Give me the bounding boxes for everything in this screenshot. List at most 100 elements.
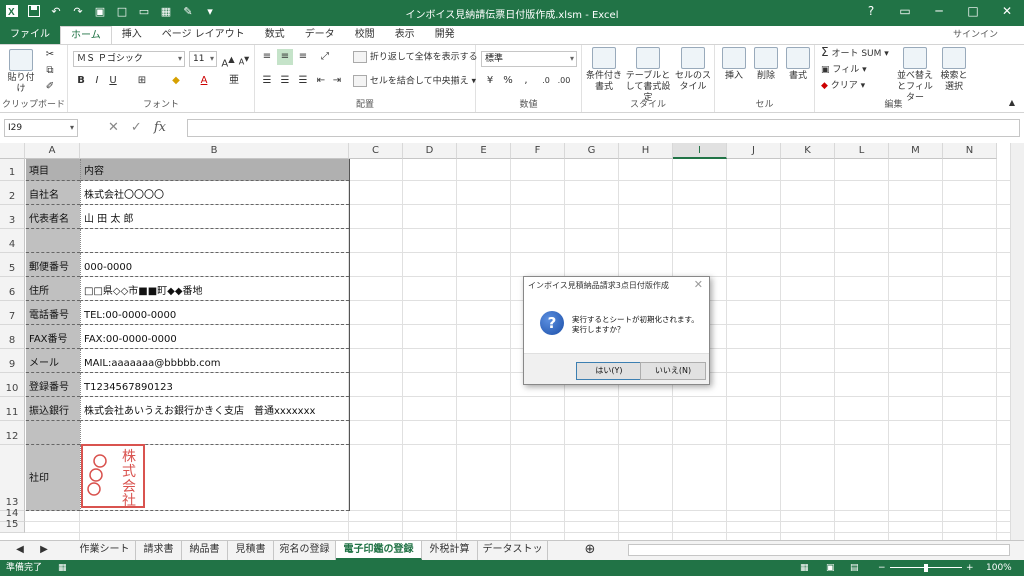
- macro-record-icon[interactable]: ▦: [58, 560, 67, 576]
- row-header-1[interactable]: 1: [0, 159, 25, 181]
- row-header-2[interactable]: 2: [0, 181, 25, 205]
- cell-b12[interactable]: [80, 421, 349, 445]
- column-header-j[interactable]: J: [727, 143, 781, 159]
- align-center-icon[interactable]: ☰: [277, 73, 293, 89]
- phonetic-icon[interactable]: 亜: [226, 73, 242, 89]
- tab-formulas[interactable]: 数式: [255, 26, 295, 44]
- row-header-5[interactable]: 5: [0, 253, 25, 277]
- font-color-icon[interactable]: A: [196, 73, 212, 89]
- cell-a6[interactable]: 住所: [26, 277, 80, 301]
- find-select-button[interactable]: 検索と選択: [937, 47, 971, 93]
- align-middle-icon[interactable]: ≡: [277, 49, 293, 65]
- sheet-tab-2[interactable]: 納品書: [182, 541, 228, 560]
- autosum-button[interactable]: Σ オート SUM ▾: [821, 46, 889, 60]
- column-header-f[interactable]: F: [511, 143, 565, 159]
- column-header-g[interactable]: G: [565, 143, 619, 159]
- zoom-out-icon[interactable]: −: [878, 560, 886, 576]
- row-header-12[interactable]: 12: [0, 421, 25, 445]
- new-sheet-icon[interactable]: ⊕: [580, 541, 600, 560]
- help-icon[interactable]: ?: [854, 0, 888, 22]
- row-header-7[interactable]: 7: [0, 301, 25, 325]
- tab-file[interactable]: ファイル: [0, 26, 60, 44]
- column-header-b[interactable]: B: [80, 143, 349, 159]
- column-header-l[interactable]: L: [835, 143, 889, 159]
- cell-a12[interactable]: [26, 421, 80, 445]
- zoom-slider-thumb[interactable]: [924, 564, 928, 572]
- normal-view-icon[interactable]: ▦: [800, 560, 809, 576]
- tab-view[interactable]: 表示: [385, 26, 425, 44]
- cell-b4[interactable]: [80, 229, 349, 253]
- cell-b8[interactable]: FAX:00-0000-0000: [80, 325, 349, 349]
- vertical-scrollbar[interactable]: [1010, 143, 1024, 540]
- font-size-select[interactable]: 11 ▾: [189, 51, 217, 67]
- column-header-k[interactable]: K: [781, 143, 835, 159]
- next-sheet-icon[interactable]: ▶: [34, 541, 54, 560]
- cell-a2[interactable]: 自社名: [26, 181, 80, 205]
- column-header-n[interactable]: N: [943, 143, 997, 159]
- cell-b11[interactable]: 株式会社あいうえお銀行かきく支店 普通xxxxxxx: [80, 397, 349, 421]
- cell-a13[interactable]: 社印: [26, 445, 80, 511]
- sheet-tab-3[interactable]: 見積書: [228, 541, 274, 560]
- merge-center-button[interactable]: セルを結合して中央揃え ▾: [353, 75, 476, 88]
- fill-color-icon[interactable]: ◆: [168, 73, 184, 89]
- clear-button[interactable]: ◆ クリア ▾: [821, 81, 865, 92]
- row-header-3[interactable]: 3: [0, 205, 25, 229]
- number-format-select[interactable]: 標準 ▾: [481, 51, 577, 67]
- comma-icon[interactable]: ,: [518, 73, 534, 89]
- align-bottom-icon[interactable]: ≡: [295, 49, 311, 65]
- ribbon-display-icon[interactable]: ▭: [888, 0, 922, 22]
- tab-home[interactable]: ホーム: [60, 26, 112, 44]
- cell-b10[interactable]: T1234567890123: [80, 373, 349, 397]
- percent-icon[interactable]: %: [500, 73, 516, 89]
- column-header-h[interactable]: H: [619, 143, 673, 159]
- cancel-formula-icon[interactable]: ✕: [108, 119, 119, 137]
- tab-page-layout[interactable]: ページ レイアウト: [152, 26, 255, 44]
- page-layout-view-icon[interactable]: ▣: [826, 560, 835, 576]
- company-seal-image[interactable]: 株式会社: [80, 443, 146, 512]
- decrease-font-icon[interactable]: A▼: [236, 51, 252, 67]
- horizontal-scrollbar[interactable]: [628, 544, 1010, 556]
- collapse-ribbon-icon[interactable]: ▲: [1004, 95, 1020, 111]
- cell-b1[interactable]: 内容: [80, 159, 349, 181]
- insert-cells-button[interactable]: 挿入: [719, 47, 749, 82]
- column-header-m[interactable]: M: [889, 143, 943, 159]
- yes-button[interactable]: はい(Y): [576, 362, 642, 380]
- close-icon[interactable]: ✕: [990, 0, 1024, 22]
- cell-b7[interactable]: TEL:00-0000-0000: [80, 301, 349, 325]
- cell-styles-button[interactable]: セルのスタイル: [674, 47, 712, 93]
- row-header-9[interactable]: 9: [0, 349, 25, 373]
- cell-a8[interactable]: FAX番号: [26, 325, 80, 349]
- align-right-icon[interactable]: ☰: [295, 73, 311, 89]
- decrease-decimal-icon[interactable]: .00: [556, 73, 572, 89]
- column-header-c[interactable]: C: [349, 143, 403, 159]
- borders-icon[interactable]: ⊞: [134, 73, 150, 89]
- increase-indent-icon[interactable]: ⇥: [329, 73, 345, 89]
- column-header-d[interactable]: D: [403, 143, 457, 159]
- column-header-i[interactable]: I: [673, 143, 727, 159]
- column-header-e[interactable]: E: [457, 143, 511, 159]
- zoom-level[interactable]: 100%: [986, 560, 1012, 576]
- zoom-in-icon[interactable]: +: [966, 560, 974, 576]
- align-top-icon[interactable]: ≡: [259, 49, 275, 65]
- row-header-15[interactable]: 15: [0, 519, 25, 533]
- conditional-format-button[interactable]: 条件付き書式: [584, 47, 624, 93]
- row-header-8[interactable]: 8: [0, 325, 25, 349]
- italic-button[interactable]: I: [89, 73, 105, 89]
- currency-icon[interactable]: ¥: [482, 73, 498, 89]
- cell-a5[interactable]: 郵便番号: [26, 253, 80, 277]
- sign-in-link[interactable]: サインイン: [953, 26, 998, 44]
- cell-a11[interactable]: 振込銀行: [26, 397, 80, 421]
- cell-b9[interactable]: MAIL:aaaaaaa@bbbbb.com: [80, 349, 349, 373]
- row-header-10[interactable]: 10: [0, 373, 25, 397]
- tab-developer[interactable]: 開発: [425, 26, 465, 44]
- align-left-icon[interactable]: ☰: [259, 73, 275, 89]
- sheet-tab-6[interactable]: 外税計算: [422, 541, 478, 560]
- cell-a10[interactable]: 登録番号: [26, 373, 80, 397]
- cell-b3[interactable]: 山 田 太 郎: [80, 205, 349, 229]
- wrap-text-button[interactable]: 折り返して全体を表示する: [353, 51, 478, 64]
- cell-a1[interactable]: 項目: [26, 159, 80, 181]
- bold-button[interactable]: B: [73, 73, 89, 89]
- tab-data[interactable]: データ: [295, 26, 345, 44]
- formula-input[interactable]: [187, 119, 1020, 137]
- cell-a9[interactable]: メール: [26, 349, 80, 373]
